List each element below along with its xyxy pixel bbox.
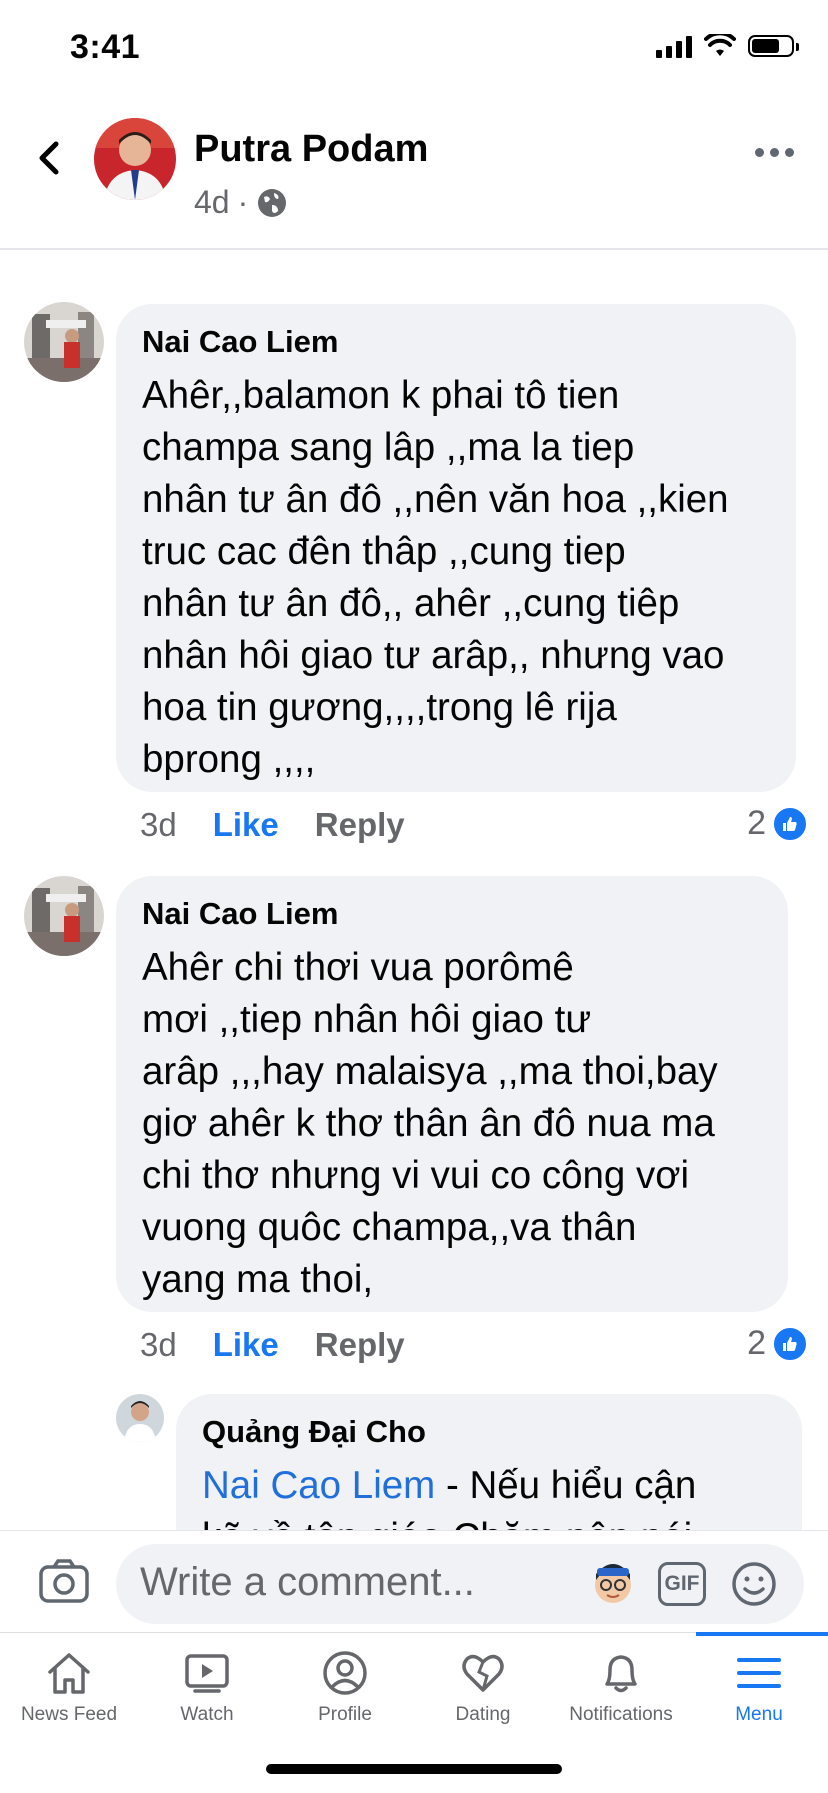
profile-icon xyxy=(323,1651,367,1695)
tab-label: Watch xyxy=(180,1704,234,1725)
video-icon xyxy=(185,1654,229,1693)
author-avatar[interactable] xyxy=(94,118,176,200)
reply-button[interactable]: Reply xyxy=(315,806,405,844)
bell-icon xyxy=(605,1655,637,1693)
battery-icon xyxy=(748,35,799,57)
comment-bubble: Nai Cao Liem Ahêr chi thơi vua porômê mơ… xyxy=(116,876,788,1312)
comment-text: Ahêr,,balamon k phai tô tien champa sang… xyxy=(142,374,729,781)
like-button[interactable]: Like xyxy=(213,806,279,844)
tab-news-feed[interactable]: News Feed xyxy=(0,1650,138,1726)
globe-icon xyxy=(258,188,287,217)
home-indicator xyxy=(266,1764,562,1774)
comment-placeholder: Write a comment... xyxy=(140,1560,475,1604)
comment-actions: 3d Like Reply xyxy=(140,1326,405,1364)
reaction-count[interactable]: 2 xyxy=(747,804,808,843)
camera-icon[interactable] xyxy=(38,1558,90,1604)
thumbs-up-icon xyxy=(772,805,808,842)
comment-author[interactable]: Nai Cao Liem xyxy=(142,324,770,360)
tab-label: Menu xyxy=(735,1704,783,1725)
post-age: 4d xyxy=(194,184,230,220)
commenter-avatar[interactable] xyxy=(24,302,104,382)
home-icon xyxy=(48,1653,90,1694)
reply-author[interactable]: Quảng Đại Cho xyxy=(202,1414,776,1450)
status-icons xyxy=(656,34,799,58)
reaction-count[interactable]: 2 xyxy=(747,1324,808,1363)
tab-watch[interactable]: Watch xyxy=(138,1650,276,1726)
reply-avatar[interactable] xyxy=(116,1394,164,1442)
tab-label: Notifications xyxy=(569,1704,673,1725)
comment-author[interactable]: Nai Cao Liem xyxy=(142,896,762,932)
tab-notifications[interactable]: Notifications xyxy=(552,1650,690,1726)
cellular-signal-icon xyxy=(656,34,692,58)
thumbs-up-icon xyxy=(772,1325,808,1362)
status-time: 3:41 xyxy=(70,28,141,66)
tab-dating[interactable]: Dating xyxy=(414,1650,552,1726)
comment-time: 3d xyxy=(140,1326,177,1363)
reply-thread: Quảng Đại Cho Nai Cao Liem - Nếu hiểu cậ… xyxy=(0,1390,828,1530)
back-chevron-icon[interactable] xyxy=(30,138,70,178)
tab-label: Profile xyxy=(318,1704,372,1725)
comment-time: 3d xyxy=(140,806,177,843)
wifi-icon xyxy=(704,34,736,56)
more-options-icon[interactable] xyxy=(755,148,794,157)
like-button[interactable]: Like xyxy=(213,1326,279,1364)
reply-bubble: Quảng Đại Cho Nai Cao Liem - Nếu hiểu cậ… xyxy=(176,1394,802,1530)
emoji-icon[interactable] xyxy=(730,1560,778,1608)
mention-link[interactable]: Nai Cao Liem xyxy=(202,1464,435,1507)
post-meta: 4d · xyxy=(194,184,288,221)
comment-bubble: Nai Cao Liem Ahêr,,balamon k phai tô tie… xyxy=(116,304,796,792)
tab-label: Dating xyxy=(455,1704,511,1725)
reply-button[interactable]: Reply xyxy=(315,1326,405,1364)
tab-menu[interactable]: Menu xyxy=(690,1650,828,1726)
comment-text: Ahêr chi thơi vua porômê mơi ,,tiep nhân… xyxy=(142,946,718,1301)
commenter-avatar[interactable] xyxy=(24,876,104,956)
gif-button[interactable]: GIF xyxy=(658,1562,706,1606)
tab-profile[interactable]: Profile xyxy=(276,1650,414,1726)
tab-label: News Feed xyxy=(20,1704,118,1725)
menu-icon xyxy=(737,1658,781,1688)
author-name[interactable]: Putra Podam xyxy=(194,128,428,171)
active-tab-indicator xyxy=(696,1632,828,1636)
avatar-sticker-icon[interactable] xyxy=(588,1558,638,1608)
heart-icon xyxy=(462,1654,504,1692)
comment-actions: 3d Like Reply xyxy=(140,806,405,844)
meta-separator: · xyxy=(237,184,249,220)
reply-text: Nai Cao Liem - Nếu hiểu cận kẽ về tôn gi… xyxy=(202,1464,697,1530)
